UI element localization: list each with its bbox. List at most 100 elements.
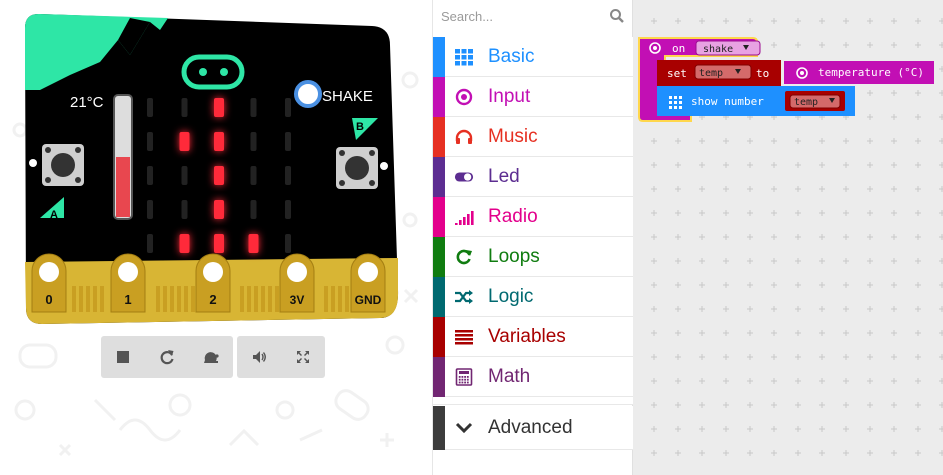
led-off (147, 132, 153, 151)
search-input[interactable] (441, 6, 601, 26)
shake-button[interactable] (294, 80, 322, 108)
restart-button[interactable] (145, 336, 189, 378)
category-music[interactable]: Music (433, 117, 633, 157)
edge-pin (72, 286, 76, 312)
category-label: Variables (488, 326, 566, 347)
signal-bars-icon (454, 208, 474, 226)
led-off (285, 132, 291, 151)
category-separator (433, 397, 633, 405)
category-led[interactable]: Led (433, 157, 633, 197)
simulator-controls-secondary (237, 336, 325, 378)
category-label: Radio (488, 206, 538, 227)
category-color-bar (433, 277, 445, 317)
slow-motion-button[interactable] (189, 336, 233, 378)
edge-pin (268, 286, 272, 312)
pin-label: GND (355, 293, 382, 307)
fullscreen-button[interactable] (281, 336, 325, 378)
pin-label: 1 (124, 292, 131, 307)
category-color-bar (433, 117, 445, 157)
edge-pin (163, 286, 167, 312)
pin-label: 3V (290, 293, 305, 307)
blocks-workspace[interactable]: on shake set temp to temperature (°C) sh… (633, 0, 943, 475)
pin-gnd[interactable]: GND (350, 253, 386, 313)
category-label: Math (488, 366, 531, 387)
led-off (181, 166, 188, 185)
pin-3v[interactable]: 3V (279, 253, 315, 313)
category-color-bar (433, 77, 445, 117)
category-color-bar (433, 237, 445, 277)
pin-1[interactable]: 1 (110, 253, 146, 313)
category-label: Music (488, 126, 538, 147)
category-color-bar (433, 37, 445, 77)
toggle-icon (454, 168, 474, 186)
pin-label: 2 (209, 292, 216, 307)
pin-2[interactable]: 2 (195, 253, 231, 313)
pin-label: 0 (45, 292, 52, 307)
led-off (147, 166, 153, 185)
category-loops[interactable]: Loops (433, 237, 633, 277)
category-basic[interactable]: Basic (433, 37, 633, 77)
category-variables[interactable]: Variables (433, 317, 633, 357)
category-color-bar (433, 357, 445, 397)
toolbox-search (433, 0, 633, 32)
pin-0[interactable]: 0 (31, 253, 67, 313)
category-logic[interactable]: Logic (433, 277, 633, 317)
led-off (285, 234, 291, 253)
set-variable-block[interactable]: set temp to temperature (°C) (657, 60, 934, 86)
category-input[interactable]: Input (433, 77, 633, 117)
block-stack: on shake set temp to temperature (°C) sh… (638, 37, 934, 122)
led-off (285, 166, 291, 185)
category-label: Advanced (488, 417, 573, 438)
event-on-label: on (672, 42, 685, 55)
show-number-block[interactable]: show number temp (657, 86, 855, 116)
category-advanced[interactable]: Advanced (433, 406, 633, 450)
edge-pin (100, 286, 104, 312)
led-off (250, 132, 257, 151)
category-math[interactable]: Math (433, 357, 633, 397)
button-a[interactable] (42, 144, 84, 186)
variable-dropdown-value: temp (699, 68, 723, 79)
snail-icon (204, 352, 219, 363)
category-color-bar (433, 317, 445, 357)
search-icon[interactable] (609, 8, 625, 24)
button-b[interactable] (336, 147, 378, 189)
edge-pin (345, 286, 349, 312)
grid-icon (669, 96, 682, 109)
restart-icon (160, 350, 174, 365)
expand-icon (297, 351, 309, 363)
edge-pin (184, 286, 188, 312)
edge-pin (331, 286, 335, 312)
led-on (214, 200, 224, 219)
edge-pin (261, 286, 265, 312)
mute-button[interactable] (237, 336, 281, 378)
headphones-icon (454, 128, 474, 146)
led-on (248, 234, 259, 253)
led-on (179, 234, 190, 253)
edge-pin (156, 286, 160, 312)
led-on (214, 98, 224, 117)
toolbox: Basic Input Music Led Radio Loops Logic Variabl… (432, 0, 633, 475)
button-a-label: A (50, 209, 58, 221)
category-color-bar (433, 197, 445, 237)
simulator-controls-primary (101, 336, 233, 378)
edge-pin (79, 286, 83, 312)
category-label: Input (488, 86, 531, 107)
to-keyword: to (756, 67, 769, 80)
simulator-pane: 21°C SHAKE A B 0 1 2 3V GND (0, 0, 432, 475)
stop-button[interactable] (101, 336, 145, 378)
grid-icon (454, 48, 474, 66)
led-off (181, 98, 188, 117)
category-label: Logic (488, 286, 534, 307)
edge-pin (324, 286, 328, 312)
category-radio[interactable]: Radio (433, 197, 633, 237)
led-off (147, 98, 153, 117)
edge-pin (254, 286, 258, 312)
speaker-icon (253, 351, 266, 363)
led-off (181, 200, 188, 219)
stop-icon (117, 351, 129, 363)
category-color-bar (433, 406, 445, 450)
led-off (285, 98, 291, 117)
microbit-board: 21°C SHAKE A B 0 1 2 3V GND (25, 13, 399, 324)
set-keyword: set (667, 67, 687, 80)
edge-pin (247, 286, 251, 312)
